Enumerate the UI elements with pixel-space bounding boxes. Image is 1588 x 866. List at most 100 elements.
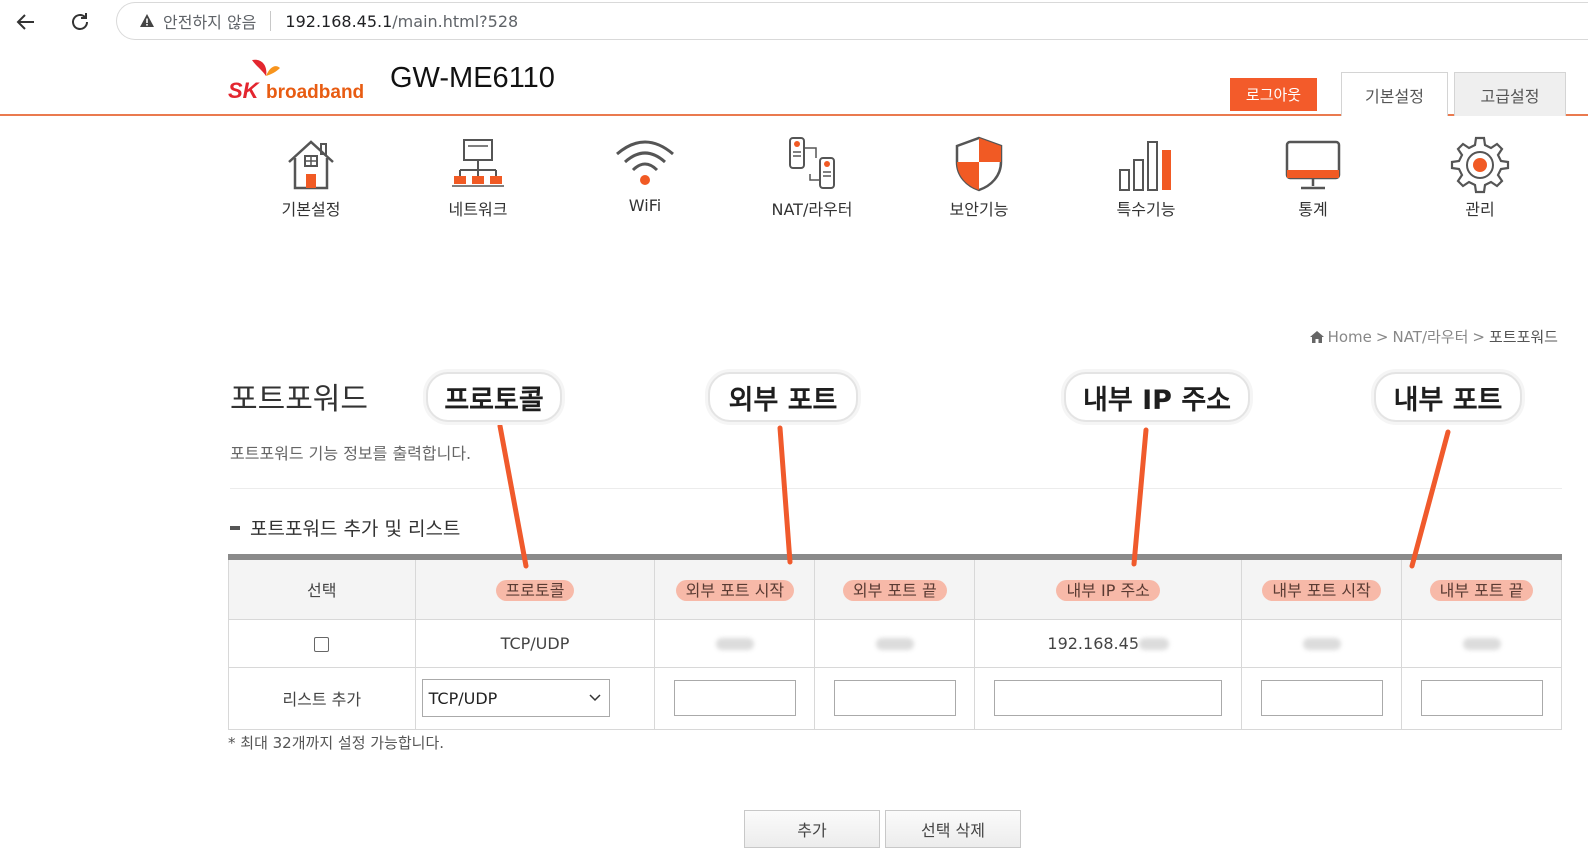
header-int-start-text: 내부 포트 시작 [1262, 580, 1381, 602]
ext-port-start-input[interactable] [673, 680, 796, 716]
nav-label: 보안기능 [949, 200, 1009, 219]
security-text: 안전하지 않음 [163, 13, 257, 32]
browser-toolbar: 안전하지 않음 192.168.45.1/main.html?528 [0, 0, 1588, 44]
nav-label: WiFi [628, 196, 662, 215]
breadcrumb-current: 포트포워드 [1488, 328, 1558, 346]
row-int-end [1401, 618, 1562, 668]
home-icon [288, 140, 334, 190]
security-warning[interactable]: 안전하지 않음 [139, 9, 256, 33]
router-icon [789, 137, 835, 189]
logo-sk-text: SK [228, 78, 259, 103]
row-protocol: TCP/UDP [414, 618, 656, 668]
monitor-icon [1285, 140, 1341, 190]
header-internal-ip-text: 내부 IP 주소 [1056, 580, 1160, 602]
nav-item-special[interactable]: 특수기능 [1063, 130, 1229, 226]
network-icon [452, 139, 504, 187]
warning-icon [140, 14, 154, 27]
header-int-end-text: 내부 포트 끝 [1429, 580, 1534, 602]
nav-label: 관리 [1465, 200, 1495, 219]
url-host: 192.168.45.1 [285, 11, 393, 31]
nav-item-statistics[interactable]: 통계 [1230, 130, 1396, 226]
section-title: 포트포워드 추가 및 리스트 [230, 514, 460, 541]
row-select-cell [228, 618, 416, 668]
tab-basic-settings[interactable]: 기본설정 [1341, 72, 1448, 116]
nav-item-basic[interactable]: 기본설정 [228, 130, 394, 226]
back-button[interactable] [10, 6, 42, 38]
blurred-value [875, 638, 914, 650]
gear-icon [1450, 136, 1510, 194]
row-checkbox[interactable] [314, 636, 330, 652]
add-row-protocol-cell: TCP/UDP [414, 666, 656, 730]
internal-ip-input[interactable] [994, 680, 1223, 716]
blurred-value [1302, 638, 1341, 650]
url-separator [270, 11, 272, 31]
bar-chart-icon [1119, 141, 1171, 191]
nav-label: 네트워크 [448, 200, 508, 219]
header-int-port-end: 내부 포트 끝 [1401, 556, 1562, 620]
table-header-row: 선택 프로토콜 외부 포트 시작 외부 포트 끝 내부 IP 주소 내부 포트 … [228, 556, 1562, 620]
nav-item-nat-router[interactable]: NAT/라우터 [729, 130, 895, 226]
header-protocol-text: 프로토콜 [495, 580, 575, 602]
port-forward-table: 선택 프로토콜 외부 포트 시작 외부 포트 끝 내부 IP 주소 내부 포트 … [228, 554, 1562, 730]
protocol-select-value: TCP/UDP [428, 688, 498, 708]
callout-internal-port: 내부 포트 [1374, 372, 1522, 422]
shield-icon [955, 136, 1003, 192]
breadcrumb-home[interactable]: Home [1328, 328, 1372, 346]
nav-item-security[interactable]: 보안기능 [896, 130, 1062, 226]
breadcrumb-nat[interactable]: NAT/라우터 [1392, 326, 1468, 347]
nav-item-management[interactable]: 관리 [1397, 130, 1563, 226]
blurred-value [1462, 638, 1501, 650]
blurred-value [715, 638, 754, 650]
home-small-icon [1309, 330, 1324, 343]
header-select: 선택 [228, 556, 416, 620]
delete-selected-button[interactable]: 선택 삭제 [885, 810, 1021, 848]
int-port-start-input[interactable] [1260, 680, 1383, 716]
add-row-int-start-cell [1241, 666, 1403, 730]
nav-item-network[interactable]: 네트워크 [395, 130, 561, 226]
reload-button[interactable] [64, 6, 96, 38]
url-path: /main.html?528 [392, 11, 519, 31]
header-ext-port-start: 외부 포트 시작 [654, 556, 816, 620]
nav-label: 통계 [1298, 200, 1328, 219]
add-row-ext-end-cell [814, 666, 976, 730]
header-ext-end-text: 외부 포트 끝 [842, 580, 947, 602]
int-port-end-input[interactable] [1420, 680, 1543, 716]
device-model: GW-ME6110 [390, 62, 555, 94]
row-int-start [1241, 618, 1403, 668]
nav-item-wifi[interactable]: WiFi [562, 130, 728, 226]
address-bar[interactable]: 안전하지 않음 192.168.45.1/main.html?528 [116, 2, 1588, 40]
sk-broadband-logo[interactable]: SK broadband [226, 56, 366, 106]
row-ip-prefix: 192.168.45 [1047, 633, 1139, 653]
logout-button[interactable]: 로그아웃 [1230, 78, 1317, 111]
reload-icon [72, 13, 88, 30]
main-nav: 기본설정 네트워크 WiFi NAT/라우터 보안기능 특수기능 통계 관리 [228, 130, 1568, 226]
nav-label: 특수기능 [1116, 200, 1176, 219]
logo-broadband-text: broadband [266, 82, 365, 103]
row-internal-ip: 192.168.45 [974, 618, 1243, 668]
ext-port-end-input[interactable] [833, 680, 956, 716]
breadcrumb-separator: > [1375, 327, 1389, 346]
chevron-down-icon [589, 694, 601, 702]
arrow-internal-ip [1131, 427, 1149, 567]
arrow-protocol [497, 423, 529, 569]
header-ext-start-text: 외부 포트 시작 [675, 580, 795, 602]
wifi-icon [616, 140, 674, 185]
add-row: 리스트 추가 TCP/UDP [228, 666, 1562, 730]
add-row-ext-start-cell [654, 666, 816, 730]
page-description: 포트포워드 기능 정보를 출력합니다. [230, 444, 472, 463]
table-row: TCP/UDP 192.168.45 [228, 618, 1562, 668]
section-title-text: 포트포워드 추가 및 리스트 [250, 518, 461, 540]
breadcrumb-separator: > [1472, 327, 1485, 346]
tab-advanced-settings[interactable]: 고급설정 [1454, 72, 1566, 116]
header-int-port-start: 내부 포트 시작 [1241, 556, 1403, 620]
add-button[interactable]: 추가 [744, 810, 880, 848]
callout-protocol: 프로토콜 [426, 372, 562, 422]
add-row-ip-cell [974, 666, 1243, 730]
row-ext-start [654, 618, 816, 668]
callout-external-port: 외부 포트 [708, 372, 858, 422]
section-bullet [230, 525, 240, 530]
header-internal-ip: 내부 IP 주소 [974, 556, 1243, 620]
nav-label: NAT/라우터 [771, 200, 853, 219]
blurred-value [1139, 638, 1169, 650]
protocol-select[interactable]: TCP/UDP [421, 679, 610, 717]
